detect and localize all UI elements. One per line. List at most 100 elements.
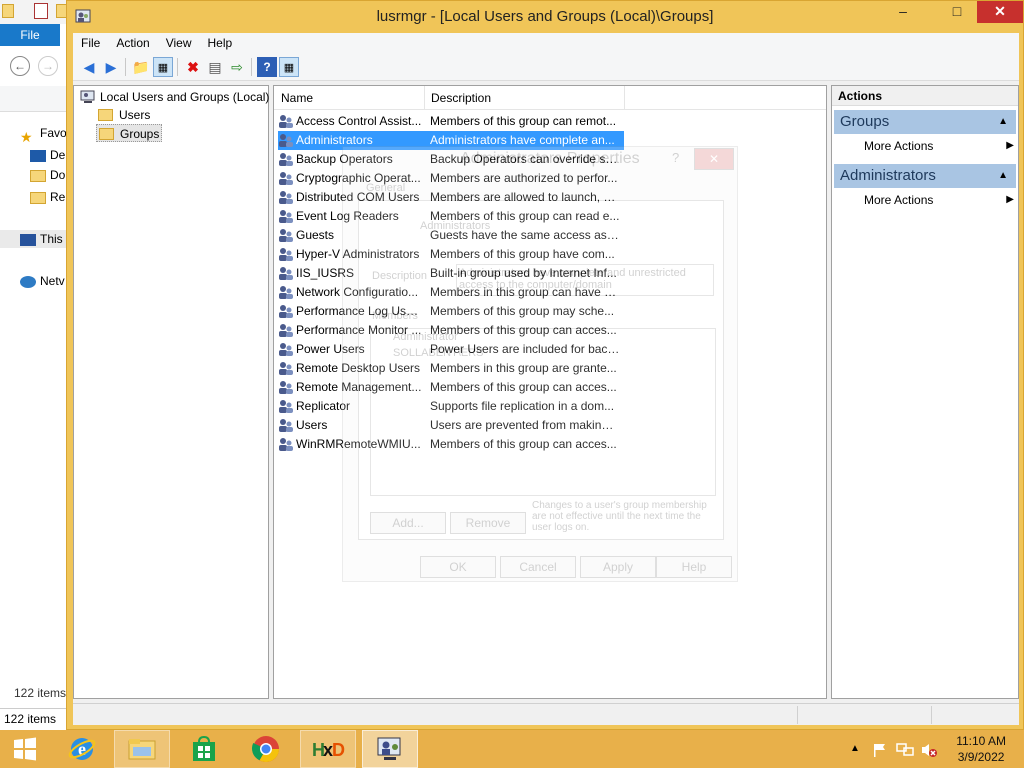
tree-item-recent[interactable]: Re: [30, 188, 65, 206]
file-explorer-icon[interactable]: [114, 730, 170, 768]
network-tray-icon[interactable]: [896, 730, 914, 768]
dialog-add-button[interactable]: Add...: [370, 512, 446, 534]
users-groups-icon: [80, 90, 95, 103]
forward-arrow-icon[interactable]: ▶: [101, 57, 121, 77]
help-icon[interactable]: ?: [257, 57, 277, 77]
column-divider[interactable]: [424, 86, 425, 110]
svg-text:D: D: [332, 740, 345, 760]
forward-button[interactable]: →: [38, 56, 58, 76]
list-header: Name Description: [274, 86, 826, 110]
network-glyph: [896, 743, 914, 756]
tree-item-favorites[interactable]: ★ Favo: [20, 124, 67, 145]
administrators-properties-dialog-ghost: Administrators Properties ? ✕ General Ad…: [342, 146, 742, 586]
group-icon: [279, 115, 293, 128]
ie-logo: e: [68, 738, 96, 760]
store-icon[interactable]: [176, 730, 232, 768]
taskbar: e HxD ▲ 11:10 AM 3/9/2022: [0, 730, 1024, 768]
group-icon: [279, 438, 293, 451]
title-bar[interactable]: lusrmgr - [Local Users and Groups (Local…: [67, 1, 1023, 33]
tree-item-this-pc[interactable]: This: [0, 230, 70, 248]
star-icon: ★: [20, 128, 33, 145]
column-description-header[interactable]: Description: [431, 91, 491, 105]
tree-item-network[interactable]: Netv: [20, 272, 65, 290]
dialog-help-btn[interactable]: Help: [656, 556, 732, 578]
chrome-icon[interactable]: [238, 730, 294, 768]
hxd-icon[interactable]: HxD: [300, 730, 356, 768]
collapse-up-icon[interactable]: ▲: [998, 164, 1008, 188]
close-button[interactable]: ✕: [977, 1, 1023, 23]
explorer-window: File ← → ★ Favo De Do Re This Netv 122 it…: [0, 0, 70, 746]
up-folder-icon[interactable]: 📁: [131, 57, 151, 77]
dialog-members-list[interactable]: Administrator SOLLABENT\ERS: [370, 328, 716, 496]
more-actions-administrators[interactable]: More Actions ▶: [864, 190, 1016, 210]
show-hide-tree-icon[interactable]: ▦: [153, 57, 173, 77]
column-name-header[interactable]: Name: [281, 91, 313, 105]
actions-section-groups[interactable]: Groups ▲: [834, 110, 1016, 134]
dialog-help-button[interactable]: ?: [672, 150, 679, 165]
speaker-glyph: [922, 743, 937, 757]
back-arrow-icon[interactable]: ◀: [79, 57, 99, 77]
dialog-tab-general[interactable]: General: [366, 182, 405, 194]
console-tree: Local Users and Groups (Local) Users Gro…: [73, 85, 269, 699]
show-hide-action-pane-icon[interactable]: ▦: [279, 57, 299, 77]
column-divider[interactable]: [624, 86, 625, 110]
delete-icon[interactable]: ✖: [183, 57, 203, 77]
collapse-up-icon[interactable]: ▲: [998, 110, 1008, 134]
toolbar-separator: [177, 58, 178, 76]
member-item[interactable]: Administrator: [393, 331, 458, 343]
menu-action[interactable]: Action: [108, 33, 157, 53]
taskbar-clock[interactable]: 11:10 AM 3/9/2022: [956, 733, 1006, 765]
menu-view[interactable]: View: [158, 33, 200, 53]
toolbar-separator: [251, 58, 252, 76]
group-icon: [279, 229, 293, 242]
tree-item-users[interactable]: Users: [96, 106, 152, 124]
show-hidden-icons[interactable]: ▲: [850, 730, 860, 768]
tree-item-groups[interactable]: Groups: [96, 124, 163, 142]
file-tab[interactable]: File: [0, 24, 60, 46]
action-center-flag-icon[interactable]: [872, 730, 888, 768]
maximize-button[interactable]: □: [943, 1, 971, 23]
lusrmgr-taskbar-icon[interactable]: [362, 730, 418, 768]
folder-icon[interactable]: [2, 4, 14, 18]
group-icon: [279, 381, 293, 394]
dialog-ok-button[interactable]: OK: [420, 556, 496, 578]
volume-muted-icon[interactable]: [920, 730, 938, 768]
flag-glyph: [874, 743, 885, 757]
status-bar: [73, 703, 1019, 725]
properties-icon[interactable]: [34, 3, 48, 19]
group-icon: [279, 134, 293, 147]
dialog-group-name: Administrators: [420, 220, 491, 232]
window-title: lusrmgr - [Local Users and Groups (Local…: [376, 8, 714, 25]
back-button[interactable]: ←: [10, 56, 30, 76]
group-icon: [279, 267, 293, 280]
toolbar-separator: [125, 58, 126, 76]
actions-header: Actions: [832, 86, 1018, 106]
recent-places-icon: [30, 191, 46, 204]
dialog-close-button[interactable]: ✕: [694, 148, 734, 170]
tree-root-local-users-groups[interactable]: Local Users and Groups (Local): [78, 88, 271, 106]
folder-icon: [98, 108, 113, 121]
dialog-description-field[interactable]: Administrators have complete and unrestr…: [456, 264, 714, 296]
more-actions-groups[interactable]: More Actions ▶: [864, 136, 1016, 156]
properties-icon[interactable]: ▤: [205, 57, 225, 77]
menu-file[interactable]: File: [73, 33, 108, 53]
dialog-note: Changes to a user's group membership are…: [532, 500, 707, 533]
actions-section-administrators[interactable]: Administrators ▲: [834, 164, 1016, 188]
dialog-apply-button[interactable]: Apply: [580, 556, 656, 578]
menu-help[interactable]: Help: [200, 33, 241, 53]
internet-explorer-icon[interactable]: e: [54, 730, 110, 768]
start-button[interactable]: [0, 730, 50, 768]
desktop-icon: [30, 149, 46, 162]
tree-item-downloads[interactable]: Do: [30, 166, 65, 184]
member-item[interactable]: SOLLABENT\ERS: [393, 347, 483, 359]
dialog-cancel-button[interactable]: Cancel: [500, 556, 576, 578]
list-item[interactable]: Access Control Assist... Members of this …: [278, 112, 624, 131]
clock-date: 3/9/2022: [957, 750, 1005, 764]
dialog-remove-button[interactable]: Remove: [450, 512, 526, 534]
export-list-icon[interactable]: ⇨: [227, 57, 247, 77]
minimize-button[interactable]: –: [889, 1, 917, 23]
group-icon: [279, 419, 293, 432]
group-icon: [279, 248, 293, 261]
tree-item-desktop[interactable]: De: [30, 146, 65, 164]
explorer-address-area: [0, 86, 70, 112]
